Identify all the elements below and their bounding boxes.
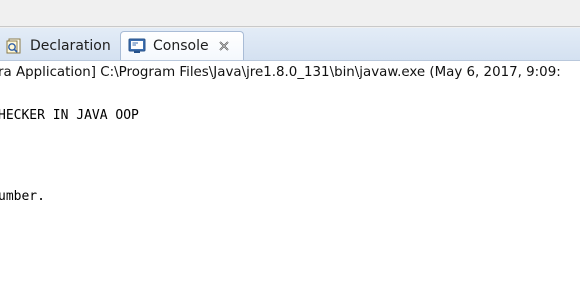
window-top-strip [0,0,580,28]
tab-console-label: Console [153,38,209,54]
tab-declaration-label: Declaration [30,37,111,54]
console-view: Declaration Console ra Application] C:\P… [0,0,580,305]
view-tab-bar: Declaration Console [0,28,580,61]
console-output[interactable]: HECKER IN JAVA OOP umber. [0,86,580,305]
tab-console[interactable]: Console [120,31,244,60]
declaration-icon [4,37,24,55]
console-launch-info: ra Application] C:\Program Files\Java\jr… [0,61,561,85]
close-icon[interactable] [218,40,230,52]
console-icon [127,37,147,55]
frame-edge [0,26,580,27]
console-output-line: HECKER IN JAVA OOP [0,108,139,123]
console-output-line: umber. [0,189,45,204]
tab-declaration[interactable]: Declaration [0,31,118,60]
